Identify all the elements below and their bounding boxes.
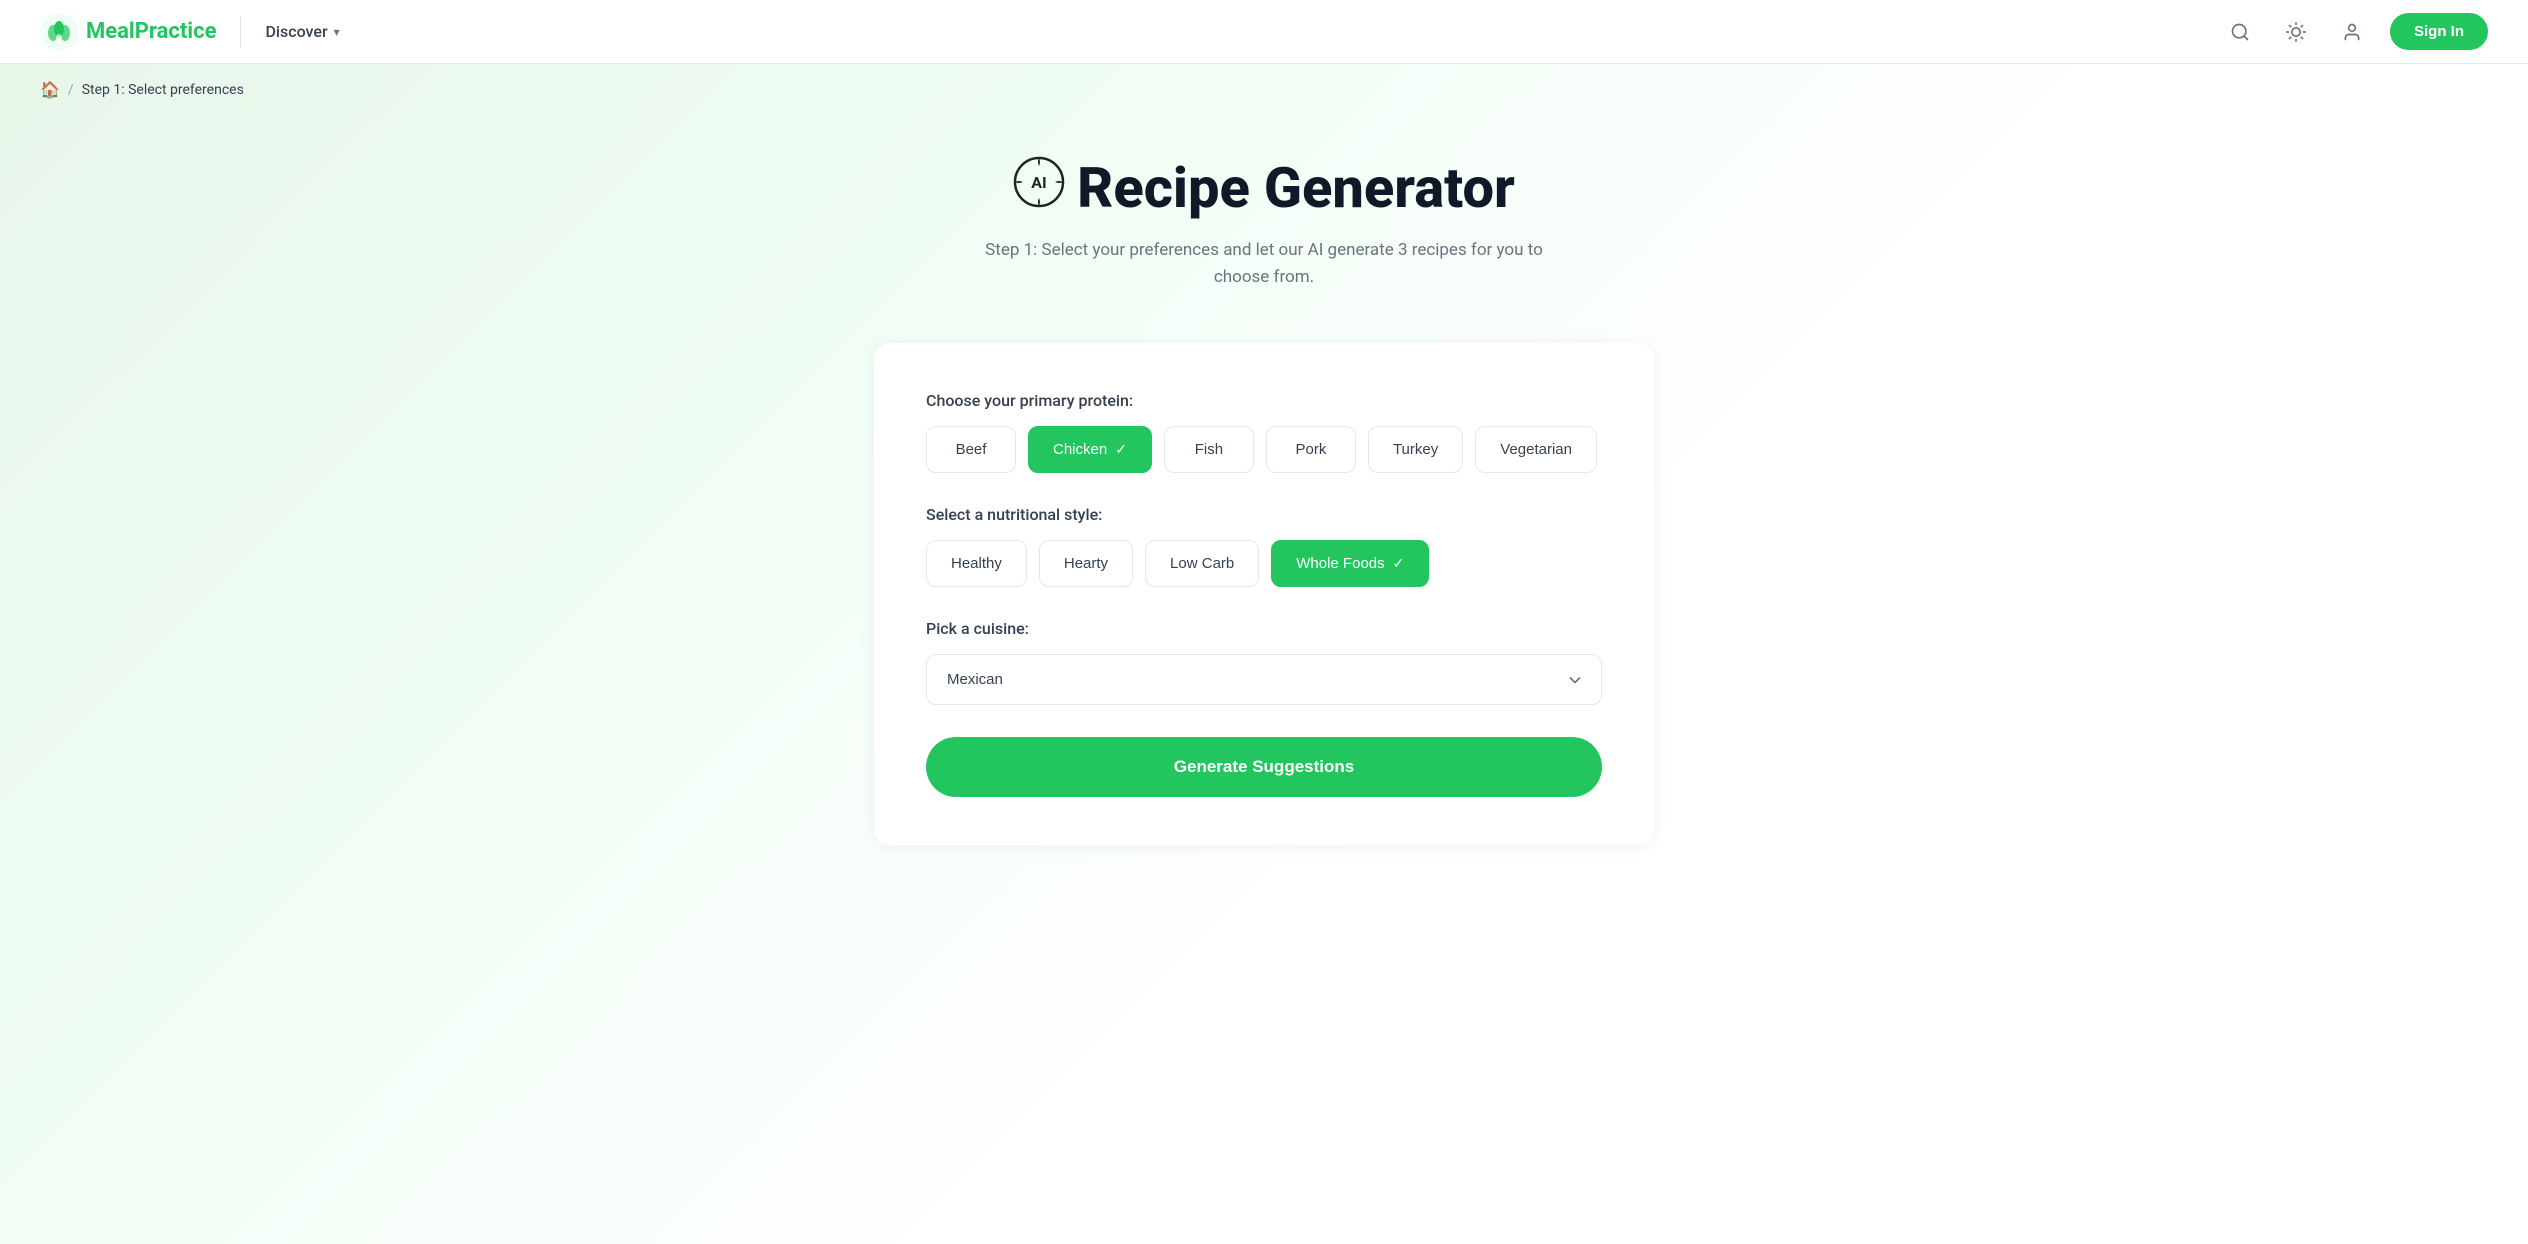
user-icon [2342,22,2362,42]
protein-option-chicken[interactable]: Chicken ✓ [1028,426,1152,473]
nutrition-section-label: Select a nutritional style: [926,505,1602,524]
svg-text:AI: AI [1031,173,1046,192]
logo-icon [40,13,78,51]
search-icon [2230,22,2250,42]
sign-in-button[interactable]: Sign In [2390,13,2488,50]
nutrition-options-row: Healthy Hearty Low Carb Whole Foods ✓ [926,540,1602,587]
protein-options-row: Beef Chicken ✓ Fish Pork Turkey Vegetari… [926,426,1602,473]
protein-option-beef[interactable]: Beef [926,426,1016,473]
nav-divider [240,16,241,48]
checkmark-icon: ✓ [1115,441,1127,458]
title-text: Recipe Generator [1077,155,1515,221]
breadcrumb: 🏠 / Step 1: Select preferences [0,64,2528,115]
theme-toggle-button[interactable] [2278,14,2314,50]
protein-option-fish[interactable]: Fish [1164,426,1254,473]
sun-icon [2286,22,2306,42]
recipe-generator-form: Choose your primary protein: Beef Chicke… [874,343,1654,845]
protein-option-pork[interactable]: Pork [1266,426,1356,473]
discover-menu[interactable]: Discover ▾ [265,22,339,41]
navbar: MealPractice Discover ▾ [0,0,2528,64]
discover-label: Discover [265,22,327,41]
logo-link[interactable]: MealPractice [40,13,216,51]
cuisine-section-label: Pick a cuisine: [926,619,1602,638]
page-title: AI Recipe Generator [20,155,2508,221]
nutrition-option-low-carb[interactable]: Low Carb [1145,540,1259,587]
home-icon[interactable]: 🏠 [40,80,60,99]
user-account-button[interactable] [2334,14,2370,50]
nav-actions: Sign In [2222,13,2488,50]
protein-option-turkey[interactable]: Turkey [1368,426,1463,473]
nutrition-option-whole-foods[interactable]: Whole Foods ✓ [1271,540,1429,587]
protein-option-vegetarian[interactable]: Vegetarian [1475,426,1597,473]
nutrition-option-healthy[interactable]: Healthy [926,540,1027,587]
cuisine-section: Pick a cuisine: American Chinese French … [926,619,1602,705]
hero-subtitle: Step 1: Select your preferences and let … [964,237,1564,291]
checkmark-icon: ✓ [1393,555,1405,572]
breadcrumb-separator: / [68,82,74,98]
chevron-down-icon: ▾ [334,25,340,39]
breadcrumb-current-page: Step 1: Select preferences [82,82,244,98]
logo-text: MealPractice [86,19,216,44]
cuisine-select[interactable]: American Chinese French Greek Indian Ita… [926,654,1602,705]
hero-section: AI Recipe Generator Step 1: Select your … [0,115,2528,311]
ai-badge-icon: AI [1013,156,1065,208]
ai-icon: AI [1013,156,1065,220]
generate-suggestions-button[interactable]: Generate Suggestions [926,737,1602,797]
protein-section-label: Choose your primary protein: [926,391,1602,410]
nutrition-option-hearty[interactable]: Hearty [1039,540,1133,587]
search-button[interactable] [2222,14,2258,50]
